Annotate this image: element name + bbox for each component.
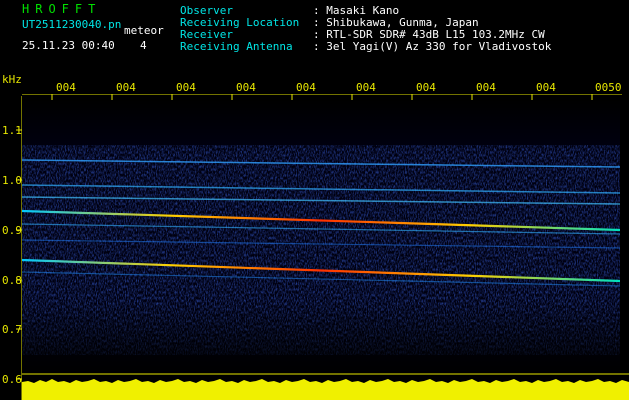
- freq-unit-label: kHz: [2, 73, 22, 86]
- time-tick: 004: [116, 81, 136, 94]
- spectrum-amplitude-strip: [22, 372, 629, 400]
- antenna-label: Receiving Antenna: [180, 40, 293, 53]
- timestamp: 25.11.23 00:40: [22, 39, 115, 52]
- time-tick: 004: [416, 81, 436, 94]
- antenna-value: : 3el Yagi(V) Az 330 for Vladivostok: [313, 40, 552, 53]
- time-tick: 004: [356, 81, 376, 94]
- time-tick: 004: [536, 81, 556, 94]
- time-tick: 004: [176, 81, 196, 94]
- spectrogram-plot: [22, 100, 620, 378]
- time-tick: 004: [236, 81, 256, 94]
- app-title: HROFFT: [22, 2, 102, 16]
- file-name: UT2511230040.pn: [22, 18, 122, 31]
- time-tick: 004: [296, 81, 316, 94]
- time-tick: 004: [56, 81, 76, 94]
- time-tick: 0050: [595, 81, 622, 94]
- info-labels: Observer Receiving Location Receiver Rec…: [180, 5, 299, 53]
- file-tag: meteor: [124, 24, 164, 37]
- time-tick: 004: [476, 81, 496, 94]
- info-values: : Masaki Kano : Shibukawa, Gunma, Japan …: [313, 5, 551, 53]
- count-badge: 4: [140, 39, 147, 52]
